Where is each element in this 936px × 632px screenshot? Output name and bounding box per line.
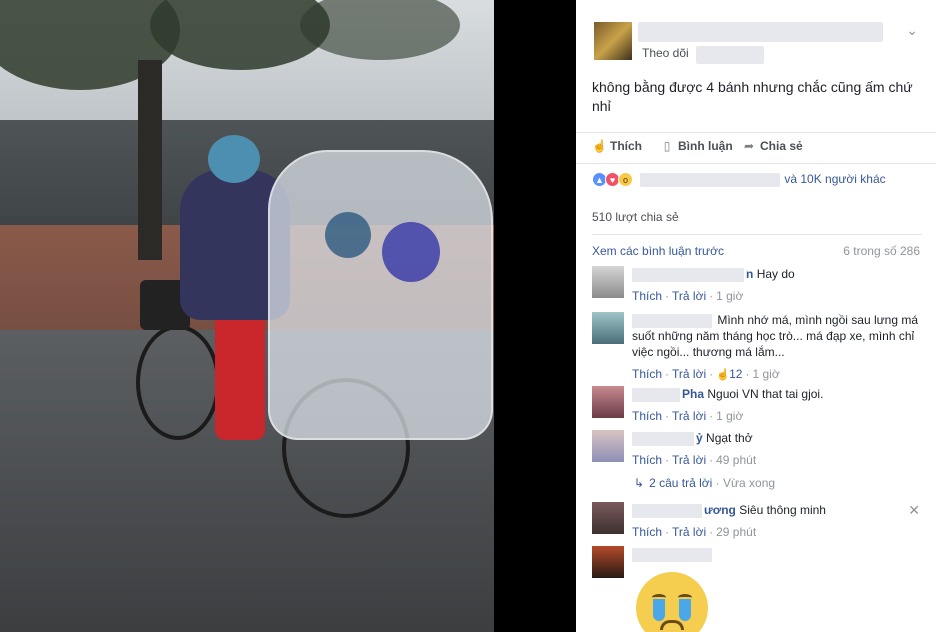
photo-viewer: Theo dõi ⌄ không bằng được 4 bánh nhưng …	[0, 0, 936, 632]
commenter-name-redacted[interactable]	[632, 313, 712, 328]
post-actions: ☝ Thích ▯ Bình luận ➦ Chia sẻ	[576, 132, 936, 164]
commenter-name-redacted[interactable]	[632, 267, 744, 282]
comment-meta: Thích · Trả lời · 49 phút	[632, 453, 757, 467]
comment-label: Bình luận	[678, 139, 733, 153]
comment-text: Nguoi VN that tai gjoi.	[707, 387, 824, 401]
comment-time[interactable]: 1 giờ	[716, 409, 743, 423]
post-caption: không bằng được 4 bánh nhưng chắc cũng ấ…	[592, 79, 913, 114]
sticker-tear	[653, 599, 665, 621]
post-header: Theo dõi ⌄	[576, 0, 936, 70]
comment-count: 6 trong số 286	[843, 244, 920, 258]
commenter-avatar[interactable]	[592, 430, 624, 462]
author-avatar[interactable]	[594, 22, 632, 60]
like-button[interactable]: ☝ Thích	[592, 139, 642, 153]
commenter-name-redacted[interactable]	[632, 503, 702, 518]
comment-meta: Thích · Trả lời · 1 giờ	[632, 409, 744, 423]
like-label: Thích	[610, 139, 642, 153]
share-arrow-icon: ➦	[743, 139, 755, 153]
commenter-avatar[interactable]	[592, 266, 624, 298]
commenter-name-redacted[interactable]	[632, 387, 680, 402]
comment-like-link[interactable]: Thích	[632, 409, 662, 423]
chevron-down-icon[interactable]: ⌄	[906, 22, 918, 39]
comment-body: Mình nhớ má, mình ngồi sau lưng má suốt …	[632, 312, 922, 383]
comments-panel: Theo dõi ⌄ không bằng được 4 bánh nhưng …	[576, 0, 936, 632]
comment-icon: ▯	[663, 139, 671, 153]
comment-meta: Thích · Trả lời · 29 phút	[632, 525, 757, 539]
commenter-name[interactable]: ỷ	[696, 431, 703, 445]
comment-body	[632, 546, 922, 562]
commenter-avatar[interactable]	[592, 546, 624, 578]
commenter-name[interactable]: Pha	[682, 387, 704, 401]
commenter-name[interactable]: n	[746, 267, 753, 281]
comment-text: Ngạt thở	[706, 431, 753, 445]
comment-like-link[interactable]: Thích	[632, 289, 662, 303]
comment-reply-link[interactable]: Trả lời	[672, 525, 706, 539]
sticker-tear	[679, 599, 691, 621]
crying-face-sticker	[636, 572, 708, 632]
commenter-name-redacted[interactable]	[632, 431, 694, 446]
reaction-names-redacted	[640, 173, 781, 188]
photo-plastic-cover	[268, 150, 493, 440]
comment-body: n Hay do Thích · Trả lời · 1 giờ	[632, 266, 922, 304]
thumbs-up-icon: ☝	[716, 369, 730, 381]
post-photo[interactable]	[0, 0, 494, 632]
comment-reply-link[interactable]: Trả lời	[672, 453, 706, 467]
comment-meta: Thích · Trả lời · ☝12 · 1 giờ	[632, 367, 780, 381]
photo-front-wheel	[136, 325, 220, 440]
commenter-avatar[interactable]	[592, 386, 624, 418]
close-icon[interactable]: ✕	[908, 502, 920, 519]
view-replies-link[interactable]: ↳ 2 câu trả lời · Vừa xong	[634, 476, 775, 490]
follow-link[interactable]: Theo dõi	[642, 46, 689, 60]
reaction-names[interactable]: và 10K người khác	[640, 172, 886, 188]
sticker-mouth	[660, 620, 684, 630]
comment-body: Pha Nguoi VN that tai gjoi. Thích · Trả lờ…	[632, 386, 922, 424]
reactions-summary[interactable]: ▲ ♥ o và 10K người khác	[592, 172, 922, 192]
comment-time[interactable]: 1 giờ	[716, 289, 743, 303]
photo-tree-trunk	[138, 60, 162, 260]
share-label: Chia sẻ	[760, 139, 803, 153]
replies-time: Vừa xong	[722, 476, 776, 490]
comment-body: ỷ Ngạt thở Thích · Trả lời · 49 phút	[632, 430, 922, 468]
photo-rider-head	[208, 135, 260, 183]
divider	[592, 234, 922, 235]
view-previous-comments-link[interactable]: Xem các bình luận trước	[592, 244, 724, 258]
comment-body: ương Siêu thông minh Thích · Trả lời · 29 ph…	[632, 502, 922, 540]
comment-reply-link[interactable]: Trả lời	[672, 289, 706, 303]
photo-child	[325, 212, 371, 258]
comment-reply-link[interactable]: Trả lời	[672, 367, 706, 381]
share-button[interactable]: ➦ Chia sẻ	[742, 139, 803, 153]
comment-text: Hay do	[756, 267, 795, 281]
comment-like-count: 12	[729, 367, 743, 381]
comment-time[interactable]: 1 giờ	[752, 367, 779, 381]
comment-button[interactable]: ▯ Bình luận	[660, 139, 733, 153]
thumbs-up-icon: ☝	[592, 139, 607, 153]
follow-info-redacted	[696, 46, 764, 64]
wow-icon: o	[618, 172, 633, 188]
reply-arrow-icon: ↳	[634, 476, 645, 490]
reaction-others-count: và 10K người khác	[784, 172, 886, 187]
comment-time[interactable]: 29 phút	[716, 525, 756, 539]
replies-count: 2 câu trả lời	[649, 476, 713, 490]
comment-like-link[interactable]: Thích	[632, 367, 662, 381]
share-count[interactable]: 510 lượt chia sẻ	[592, 210, 679, 224]
photo-child	[382, 222, 440, 282]
comment-time[interactable]: 49 phút	[716, 453, 756, 467]
comment-likes[interactable]: ☝12	[716, 367, 742, 381]
commenter-name-redacted[interactable]	[632, 547, 712, 562]
commenter-avatar[interactable]	[592, 502, 624, 534]
author-name-redacted[interactable]	[638, 22, 883, 42]
comment-text: Siêu thông minh	[739, 503, 826, 517]
photo-rider-pants	[215, 300, 265, 440]
commenter-avatar[interactable]	[592, 312, 624, 344]
comment-reply-link[interactable]: Trả lời	[672, 409, 706, 423]
commenter-name[interactable]: ương	[704, 503, 736, 517]
comment-like-link[interactable]: Thích	[632, 525, 662, 539]
comment-like-link[interactable]: Thích	[632, 453, 662, 467]
comment-meta: Thích · Trả lời · 1 giờ	[632, 289, 744, 303]
